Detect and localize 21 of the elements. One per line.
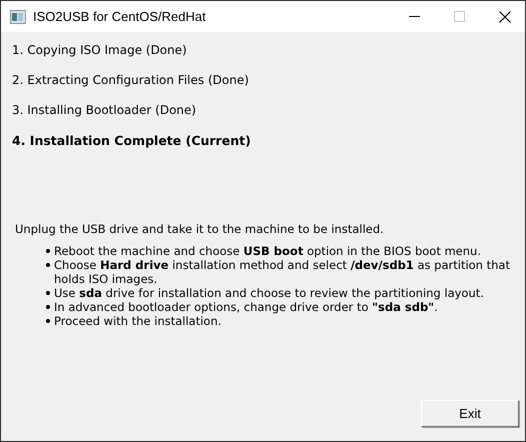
instruction-step: Proceed with the installation. <box>54 314 519 328</box>
bullet-icon <box>46 263 50 267</box>
instruction-step: In advanced bootloader options, change drive order to "sda sdb". <box>54 300 519 314</box>
bullet-icon <box>46 291 50 295</box>
step-label: 1. Copying ISO Image (Done) <box>12 42 188 59</box>
maximize-icon[interactable] <box>454 11 465 22</box>
minimize-icon[interactable] <box>409 16 420 17</box>
bullet-icon <box>46 305 50 309</box>
step-label: 3. Installing Bootloader (Done) <box>12 102 198 119</box>
instruction-step: Reboot the machine and choose USB boot option in the BIOS boot menu. <box>54 244 519 258</box>
bullet-icon <box>46 249 50 253</box>
close-icon[interactable] <box>499 10 511 22</box>
step-label: 4. Installation Complete (Current) <box>12 132 252 150</box>
window-title: ISO2USB for CentOS/RedHat <box>33 9 206 24</box>
app-icon <box>10 10 26 24</box>
instruction-step: Use sda drive for installation and choose to review the partitioning layout. <box>54 286 519 300</box>
step-label: 2. Extracting Configuration Files (Done) <box>12 72 250 89</box>
instruction-step: Choose Hard drive installation method and select /dev/sdb1 as partition that holds ISO images. <box>54 258 519 286</box>
exit-button[interactable]: Exit <box>421 400 519 427</box>
bullet-icon <box>46 319 50 323</box>
instruction-text: Unplug the USB drive and take it to the machine to be installed. <box>15 222 385 236</box>
